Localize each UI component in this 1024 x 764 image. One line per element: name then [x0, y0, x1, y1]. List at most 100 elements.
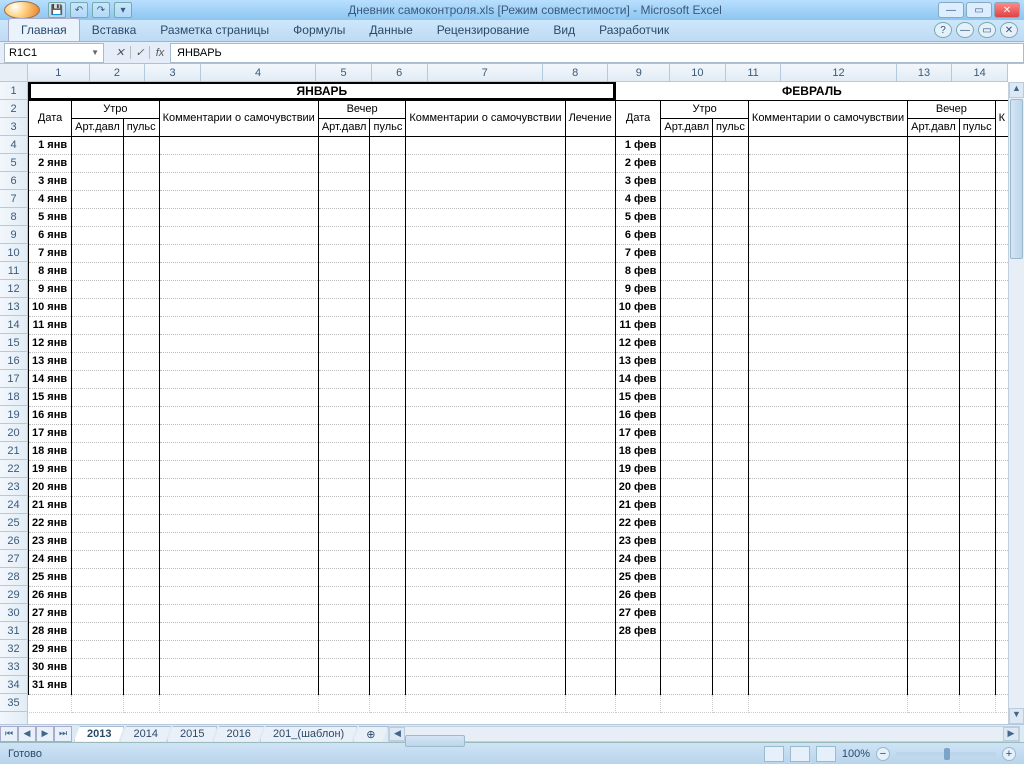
cell[interactable]	[406, 586, 565, 604]
cell[interactable]	[123, 442, 159, 460]
date-cell[interactable]: 20 янв	[29, 478, 72, 496]
cell[interactable]	[406, 172, 565, 190]
cell[interactable]	[713, 172, 749, 190]
cell[interactable]	[748, 154, 907, 172]
cell[interactable]	[748, 604, 907, 622]
cell[interactable]	[748, 244, 907, 262]
scroll-left-icon[interactable]: ◀	[389, 727, 405, 741]
horizontal-scrollbar[interactable]: ◀ ▶	[388, 726, 1020, 742]
date-cell[interactable]: 23 янв	[29, 532, 72, 550]
cell[interactable]	[748, 352, 907, 370]
cell[interactable]	[123, 244, 159, 262]
row-header[interactable]: 16	[0, 352, 27, 370]
cell[interactable]	[123, 514, 159, 532]
ribbon-tab-view[interactable]: Вид	[541, 19, 587, 41]
cell[interactable]	[713, 514, 749, 532]
cell[interactable]	[995, 388, 1008, 406]
header-comments[interactable]: Комментарии о самочувствии	[159, 100, 318, 136]
date-cell[interactable]: 29 янв	[29, 640, 72, 658]
cell[interactable]	[713, 154, 749, 172]
date-cell[interactable]: 15 янв	[29, 388, 72, 406]
cell[interactable]	[370, 586, 406, 604]
cell[interactable]	[908, 226, 960, 244]
cell[interactable]	[159, 190, 318, 208]
cell[interactable]	[661, 334, 713, 352]
header-evening[interactable]: Вечер	[908, 100, 996, 118]
cell[interactable]	[959, 316, 995, 334]
cell[interactable]	[908, 460, 960, 478]
cell[interactable]	[565, 532, 615, 550]
cell[interactable]	[959, 478, 995, 496]
cell[interactable]	[748, 640, 907, 658]
cell[interactable]	[565, 226, 615, 244]
zoom-out-icon[interactable]: −	[876, 747, 890, 761]
cell[interactable]	[959, 424, 995, 442]
date-cell[interactable]: 26 янв	[29, 586, 72, 604]
cell[interactable]	[908, 316, 960, 334]
cell[interactable]	[908, 568, 960, 586]
cell[interactable]	[995, 370, 1008, 388]
cell[interactable]	[123, 478, 159, 496]
cell[interactable]	[661, 550, 713, 568]
cell[interactable]	[565, 262, 615, 280]
cell[interactable]	[565, 514, 615, 532]
cell[interactable]	[159, 316, 318, 334]
insert-sheet-icon[interactable]: ⊕	[353, 726, 388, 742]
cell[interactable]	[661, 640, 713, 658]
header-partial[interactable]: К	[995, 100, 1008, 136]
cell[interactable]	[370, 442, 406, 460]
cell[interactable]	[123, 334, 159, 352]
column-header[interactable]: 14	[952, 64, 1008, 81]
row-header[interactable]: 32	[0, 640, 27, 658]
formula-input[interactable]: ЯНВАРЬ	[170, 43, 1024, 63]
cell[interactable]	[565, 658, 615, 676]
cell[interactable]	[908, 388, 960, 406]
cell[interactable]	[159, 460, 318, 478]
row-header[interactable]: 24	[0, 496, 27, 514]
cell[interactable]	[713, 334, 749, 352]
cell[interactable]	[370, 136, 406, 154]
cell[interactable]	[565, 442, 615, 460]
name-box[interactable]: R1C1 ▼	[4, 43, 104, 63]
date-cell[interactable]: 2 янв	[29, 154, 72, 172]
cell[interactable]	[565, 424, 615, 442]
column-header[interactable]: 6	[372, 64, 428, 81]
sheet-nav-last-icon[interactable]: ⏭	[54, 726, 72, 742]
cell[interactable]	[995, 658, 1008, 676]
cell[interactable]	[959, 352, 995, 370]
cell[interactable]	[713, 352, 749, 370]
cell[interactable]	[748, 694, 907, 712]
fx-cancel-icon[interactable]: ✕	[110, 46, 130, 59]
cell[interactable]	[406, 658, 565, 676]
row-header[interactable]: 8	[0, 208, 27, 226]
cell[interactable]	[908, 676, 960, 694]
date-cell[interactable]: 15 фев	[615, 388, 661, 406]
row-header[interactable]: 22	[0, 460, 27, 478]
cell[interactable]	[908, 622, 960, 640]
date-cell[interactable]: 9 янв	[29, 280, 72, 298]
cell[interactable]	[565, 172, 615, 190]
cell[interactable]	[565, 460, 615, 478]
cell[interactable]	[713, 586, 749, 604]
cell[interactable]	[123, 694, 159, 712]
cell[interactable]	[318, 244, 370, 262]
cell[interactable]	[959, 568, 995, 586]
cell[interactable]	[748, 622, 907, 640]
cell[interactable]	[406, 568, 565, 586]
cell[interactable]	[748, 190, 907, 208]
cell[interactable]	[72, 640, 124, 658]
date-cell[interactable]: 11 янв	[29, 316, 72, 334]
header-date[interactable]: Дата	[615, 100, 661, 136]
zoom-slider[interactable]	[896, 752, 996, 756]
ribbon-restore-icon[interactable]: ▭	[978, 22, 996, 38]
cell[interactable]	[72, 262, 124, 280]
date-cell[interactable]: 12 янв	[29, 334, 72, 352]
row-header[interactable]: 35	[0, 694, 27, 712]
cell[interactable]	[318, 514, 370, 532]
date-cell[interactable]: 17 янв	[29, 424, 72, 442]
cell[interactable]	[159, 208, 318, 226]
cell[interactable]	[159, 424, 318, 442]
cell[interactable]	[995, 280, 1008, 298]
cell[interactable]	[370, 532, 406, 550]
cell[interactable]	[748, 658, 907, 676]
